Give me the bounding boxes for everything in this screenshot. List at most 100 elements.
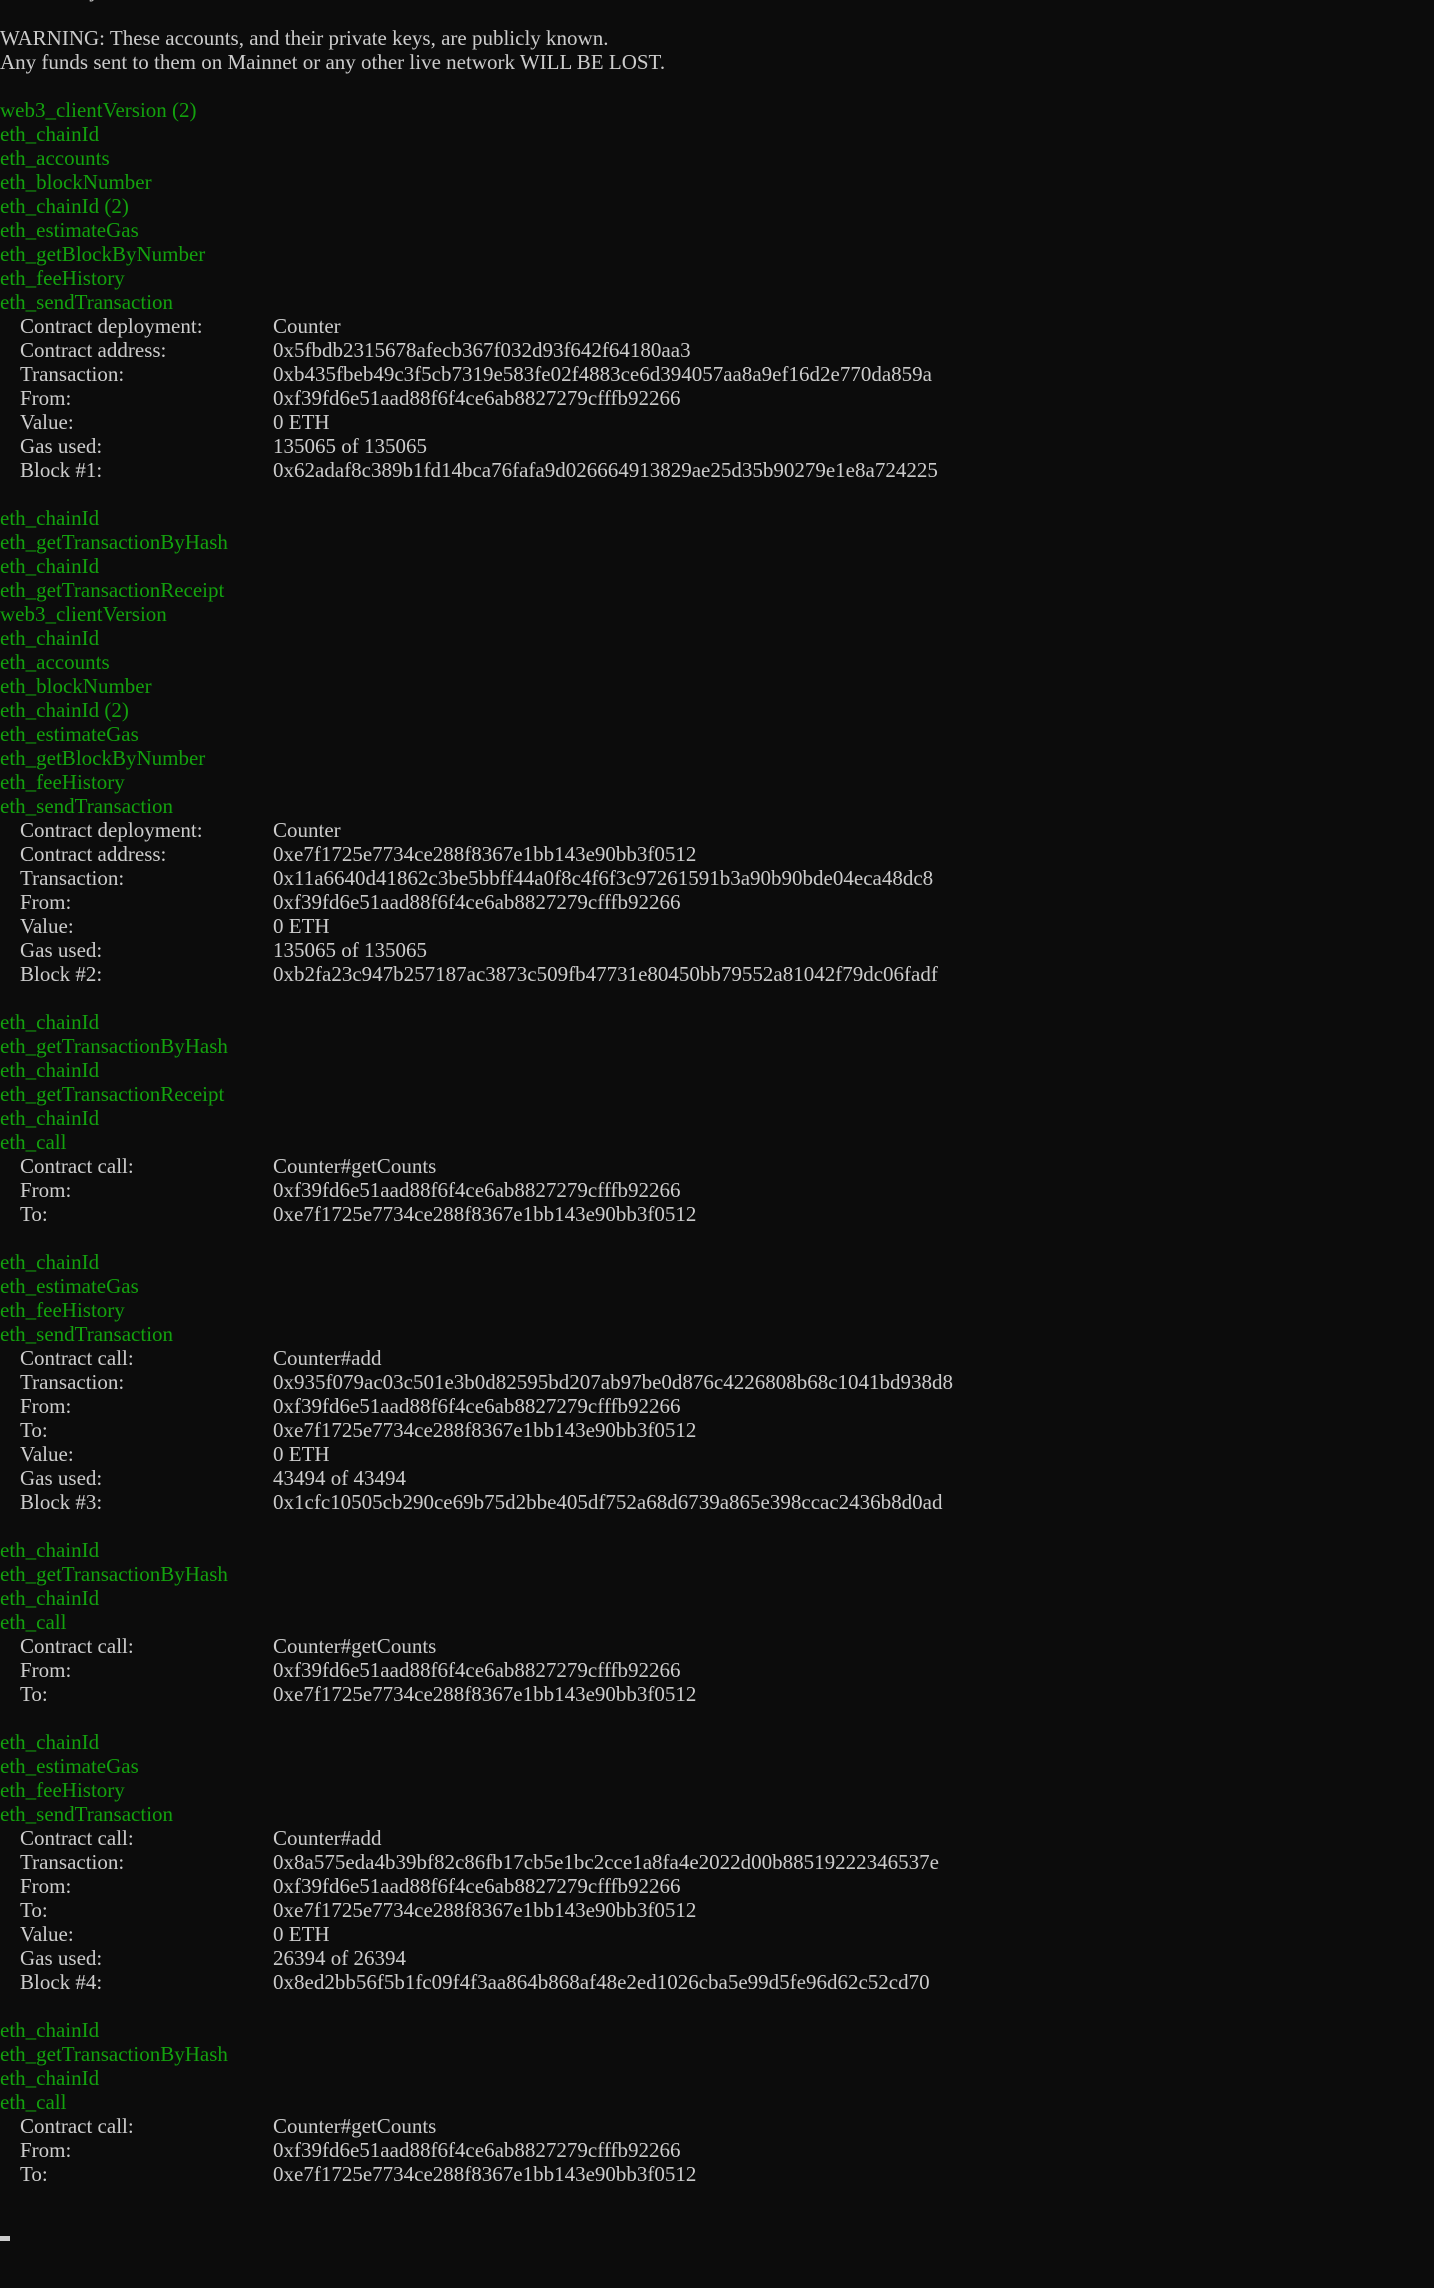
tx-detail-value: Counter xyxy=(273,314,341,338)
tx-detail-value: 0 ETH xyxy=(273,914,330,938)
tx-detail-value: 135065 of 135065 xyxy=(273,434,427,458)
tx-detail-value: 0xb2fa23c947b257187ac3873c509fb47731e804… xyxy=(273,962,938,986)
tx-detail-row: Contract call: Counter#getCounts xyxy=(0,1154,1434,1178)
tx-detail-key: Contract address: xyxy=(20,338,167,362)
tx-detail-value: 0xb435fbeb49c3f5cb7319e583fe02f4883ce6d3… xyxy=(273,362,932,386)
tx-detail-row: From: 0xf39fd6e51aad88f6f4ce6ab8827279cff… xyxy=(0,890,1434,914)
tx-detail-value: 0x62adaf8c389b1fd14bca76fafa9d0266649138… xyxy=(273,458,938,482)
tx-detail-row: Contract call: Counter#getCounts xyxy=(0,2114,1434,2138)
tx-detail-row: Contract call: Counter#add xyxy=(0,1826,1434,1850)
terminal-output[interactable]: Private Key: 0xdf57089febbacf7ba0bc227da… xyxy=(0,0,1434,2186)
tx-detail-row: Transaction: 0x935f079ac03c501e3b0d82595b… xyxy=(0,1370,1434,1394)
tx-detail-key: Block #1: xyxy=(20,458,103,482)
tx-detail-row: To: 0xe7f1725e7734ce288f8367e1bb143e90bb3… xyxy=(0,2162,1434,2186)
tx-detail-value: 43494 of 43494 xyxy=(273,1466,406,1490)
tx-detail-key: Contract call: xyxy=(20,1154,134,1178)
rpc-method-line: eth_sendTransaction xyxy=(0,794,174,818)
rpc-method-line: eth_getBlockByNumber xyxy=(0,242,206,266)
rpc-method-line: eth_feeHistory xyxy=(0,1298,125,1322)
tx-detail-value: 0 ETH xyxy=(273,1442,330,1466)
rpc-method-line: eth_chainId (2) xyxy=(0,194,129,218)
rpc-method-line: eth_getTransactionByHash xyxy=(0,530,228,554)
tx-detail-row: Contract call: Counter#getCounts xyxy=(0,1634,1434,1658)
rpc-method-line: eth_chainId xyxy=(0,554,100,578)
tx-detail-key: Transaction: xyxy=(20,1370,125,1394)
tx-detail-key: Contract address: xyxy=(20,842,167,866)
tx-detail-value: 0xe7f1725e7734ce288f8367e1bb143e90bb3f05… xyxy=(273,842,697,866)
tx-detail-row: Block #1: 0x62adaf8c389b1fd14bca76fafa9d0… xyxy=(0,458,1434,482)
rpc-method-line: eth_chainId xyxy=(0,122,100,146)
tx-detail-value: 0xe7f1725e7734ce288f8367e1bb143e90bb3f05… xyxy=(273,2162,697,2186)
tx-detail-value: 0xf39fd6e51aad88f6f4ce6ab8827279cfffb922… xyxy=(273,890,681,914)
tx-detail-value: 0xf39fd6e51aad88f6f4ce6ab8827279cfffb922… xyxy=(273,1658,681,1682)
rpc-method-line: eth_chainId xyxy=(0,1250,100,1274)
rpc-method-line: eth_sendTransaction xyxy=(0,1322,174,1346)
rpc-method-line: eth_chainId xyxy=(0,2066,100,2090)
tx-detail-value: 0x1cfc10505cb290ce69b75d2bbe405df752a68d… xyxy=(273,1490,943,1514)
tx-detail-value: 0 ETH xyxy=(273,1922,330,1946)
tx-detail-value: 0xe7f1725e7734ce288f8367e1bb143e90bb3f05… xyxy=(273,1682,697,1706)
tx-detail-value: Counter#getCounts xyxy=(273,1154,437,1178)
tx-detail-value: 0xe7f1725e7734ce288f8367e1bb143e90bb3f05… xyxy=(273,1898,697,1922)
tx-detail-key: Contract deployment: xyxy=(20,314,203,338)
tx-detail-value: 135065 of 135065 xyxy=(273,938,427,962)
tx-detail-key: Value: xyxy=(20,914,74,938)
rpc-method-line: eth_call xyxy=(0,1130,67,1154)
tx-detail-key: Transaction: xyxy=(20,1850,125,1874)
tx-detail-value: Counter#getCounts xyxy=(273,1634,437,1658)
tx-detail-value: 0xf39fd6e51aad88f6f4ce6ab8827279cfffb922… xyxy=(273,1178,681,1202)
tx-detail-key: From: xyxy=(20,1178,72,1202)
rpc-method-line: eth_chainId xyxy=(0,506,100,530)
tx-detail-row: To: 0xe7f1725e7734ce288f8367e1bb143e90bb3… xyxy=(0,1682,1434,1706)
tx-detail-row: Contract call: Counter#add xyxy=(0,1346,1434,1370)
tx-detail-key: From: xyxy=(20,1874,72,1898)
tx-detail-key: Contract call: xyxy=(20,1826,134,1850)
tx-detail-key: Contract deployment: xyxy=(20,818,203,842)
tx-detail-key: Gas used: xyxy=(20,1466,103,1490)
rpc-method-line: eth_blockNumber xyxy=(0,674,152,698)
tx-detail-value: 0xf39fd6e51aad88f6f4ce6ab8827279cfffb922… xyxy=(273,1874,681,1898)
tx-detail-key: Contract call: xyxy=(20,1634,134,1658)
rpc-method-line: eth_getTransactionByHash xyxy=(0,2042,228,2066)
rpc-method-line: eth_accounts xyxy=(0,146,110,170)
rpc-method-line: eth_feeHistory xyxy=(0,266,125,290)
rpc-method-line: eth_chainId (2) xyxy=(0,698,129,722)
tx-detail-row: Value: 0 ETH xyxy=(0,1442,1434,1466)
tx-detail-key: Contract call: xyxy=(20,2114,134,2138)
tx-detail-value: 0x935f079ac03c501e3b0d82595bd207ab97be0d… xyxy=(273,1370,954,1394)
tx-detail-row: Contract deployment: Counter xyxy=(0,818,1434,842)
tx-detail-row: From: 0xf39fd6e51aad88f6f4ce6ab8827279cff… xyxy=(0,1394,1434,1418)
tx-detail-key: From: xyxy=(20,890,72,914)
tx-detail-key: Gas used: xyxy=(20,938,103,962)
rpc-method-line: eth_sendTransaction xyxy=(0,290,174,314)
tx-detail-key: Transaction: xyxy=(20,866,125,890)
tx-detail-key: To: xyxy=(20,1418,48,1442)
tx-detail-value: 0x5fbdb2315678afecb367f032d93f642f64180a… xyxy=(273,338,691,362)
tx-detail-row: To: 0xe7f1725e7734ce288f8367e1bb143e90bb3… xyxy=(0,1898,1434,1922)
tx-detail-value: 26394 of 26394 xyxy=(273,1946,406,1970)
tx-detail-row: Value: 0 ETH xyxy=(0,410,1434,434)
tx-detail-key: Value: xyxy=(20,1442,74,1466)
tx-detail-row: Value: 0 ETH xyxy=(0,914,1434,938)
tx-detail-key: Value: xyxy=(20,1922,74,1946)
rpc-method-line: eth_chainId xyxy=(0,1106,100,1130)
text-cursor xyxy=(0,2236,10,2241)
rpc-method-line: eth_estimateGas xyxy=(0,1274,139,1298)
rpc-method-line: eth_blockNumber xyxy=(0,170,152,194)
rpc-method-line: eth_getTransactionByHash xyxy=(0,1034,228,1058)
tx-detail-key: To: xyxy=(20,1202,48,1226)
rpc-method-line: web3_clientVersion xyxy=(0,602,167,626)
log-line: Any funds sent to them on Mainnet or any… xyxy=(0,50,666,74)
tx-detail-key: From: xyxy=(20,1394,72,1418)
rpc-method-line: eth_chainId xyxy=(0,1538,100,1562)
rpc-method-line: eth_getTransactionReceipt xyxy=(0,1082,225,1106)
log-line: WARNING: These accounts, and their priva… xyxy=(0,26,609,50)
tx-detail-row: Value: 0 ETH xyxy=(0,1922,1434,1946)
tx-detail-key: Contract call: xyxy=(20,1346,134,1370)
